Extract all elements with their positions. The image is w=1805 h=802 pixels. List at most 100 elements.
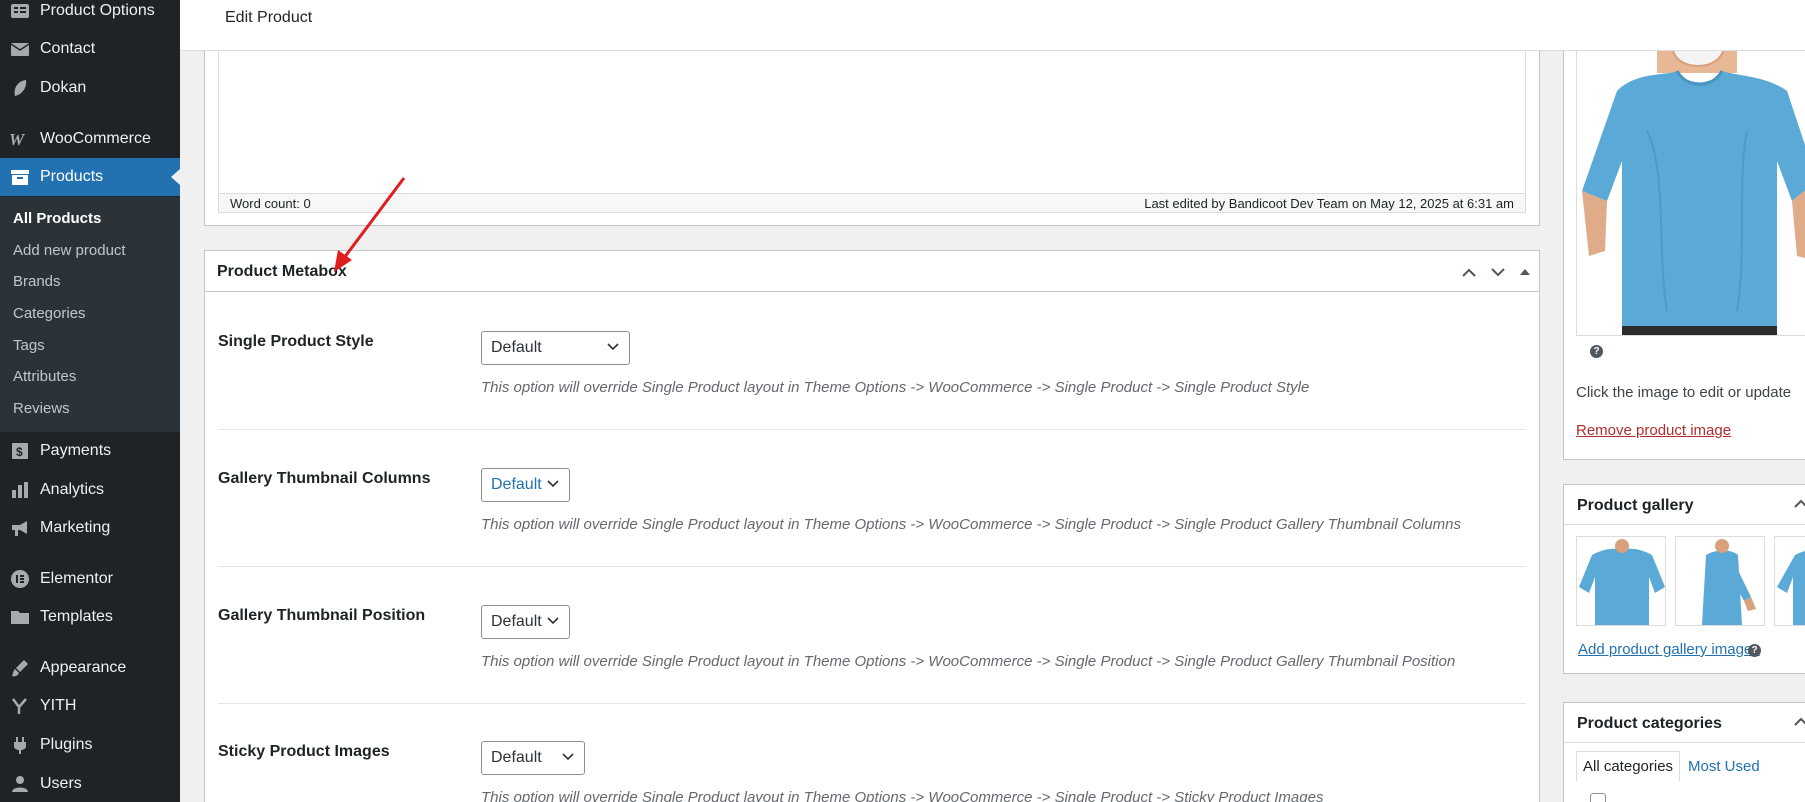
- submenu-brands[interactable]: Brands: [13, 273, 61, 290]
- option-label: Single Product Style: [218, 333, 374, 350]
- option-row-single-product-style: Single Product Style Default This option…: [218, 293, 1526, 430]
- product-image[interactable]: [1576, 51, 1805, 336]
- categories-header: Product categories: [1564, 703, 1805, 743]
- product-image-box: ? Click the image to edit or update Remo…: [1563, 51, 1805, 460]
- chevron-down-icon: [547, 617, 559, 625]
- menu-label: Appearance: [40, 659, 127, 676]
- product-gallery-box: Product gallery Add product gallery imag…: [1563, 484, 1805, 674]
- menu-dokan[interactable]: Dokan: [0, 69, 180, 107]
- option-label: Gallery Thumbnail Columns: [218, 470, 431, 487]
- option-row-gallery-thumbnail-position: Gallery Thumbnail Position Default This …: [218, 567, 1526, 704]
- chevron-down-icon: [547, 480, 559, 488]
- submenu-reviews[interactable]: Reviews: [13, 400, 70, 417]
- submenu-categories[interactable]: Categories: [13, 305, 86, 322]
- option-description: This option will override Single Product…: [481, 653, 1456, 670]
- payments-icon: $: [0, 441, 40, 461]
- menu-product-options[interactable]: Product Options: [0, 0, 180, 30]
- menu-label: YITH: [40, 697, 77, 714]
- page-title: Edit Product: [225, 9, 313, 26]
- help-icon[interactable]: ?: [1748, 644, 1761, 657]
- menu-woocommerce[interactable]: W WooCommerce: [0, 120, 180, 158]
- remove-product-image-link[interactable]: Remove product image: [1576, 422, 1731, 439]
- menu-users[interactable]: Users: [0, 765, 180, 802]
- submenu-all-products[interactable]: All Products: [13, 210, 101, 227]
- toggle-panel-button[interactable]: [1514, 261, 1536, 283]
- gallery-thumbnail[interactable]: [1675, 536, 1765, 626]
- product-options-icon: [0, 1, 40, 21]
- menu-analytics[interactable]: Analytics: [0, 471, 180, 509]
- move-down-button[interactable]: [1487, 261, 1509, 283]
- submenu-add-new-product[interactable]: Add new product: [13, 242, 126, 259]
- menu-contact[interactable]: Contact: [0, 30, 180, 68]
- menu-label: Product Options: [40, 2, 155, 19]
- option-label: Gallery Thumbnail Position: [218, 607, 426, 624]
- option-description: This option will override Single Product…: [481, 379, 1310, 396]
- category-checkbox[interactable]: [1590, 793, 1606, 802]
- gallery-thumbnail[interactable]: [1576, 536, 1666, 626]
- add-gallery-images-link[interactable]: Add product gallery images: [1578, 641, 1760, 658]
- menu-payments[interactable]: $ Payments: [0, 432, 180, 470]
- svg-text:$: $: [16, 445, 23, 459]
- tshirt-back-icon: [1579, 539, 1665, 625]
- gallery-header: Product gallery: [1564, 485, 1805, 525]
- menu-label: WooCommerce: [40, 130, 151, 147]
- menu-plugins[interactable]: Plugins: [0, 726, 180, 764]
- menu-templates[interactable]: Templates: [0, 598, 180, 636]
- gallery-thumbnail[interactable]: [1774, 536, 1805, 626]
- gallery-title: Product gallery: [1577, 497, 1694, 514]
- caret-up-icon: [1520, 269, 1530, 275]
- word-count: Word count: 0: [230, 196, 311, 211]
- menu-label: Templates: [40, 608, 113, 625]
- sticky-product-images-select[interactable]: Default: [481, 741, 585, 775]
- menu-label: Payments: [40, 442, 112, 459]
- chevron-up-icon[interactable]: [1794, 717, 1805, 726]
- option-description: This option will override Single Product…: [481, 516, 1462, 533]
- analytics-icon: [0, 480, 40, 500]
- tshirt-photo-icon: [1577, 51, 1805, 335]
- select-value: Default: [491, 339, 542, 356]
- tab-most-used[interactable]: Most Used: [1682, 751, 1766, 781]
- menu-appearance[interactable]: Appearance: [0, 649, 180, 687]
- option-row-sticky-product-images: Sticky Product Images Default This optio…: [218, 703, 1526, 802]
- users-icon: [0, 774, 40, 794]
- megaphone-icon: [0, 518, 40, 538]
- single-product-style-select[interactable]: Default: [481, 331, 630, 365]
- option-label: Sticky Product Images: [218, 743, 390, 760]
- chevron-up-icon[interactable]: [1794, 499, 1805, 508]
- tab-all-categories[interactable]: All categories: [1576, 751, 1681, 781]
- product-categories-box: Product categories All categories Most U…: [1563, 702, 1805, 802]
- menu-marketing[interactable]: Marketing: [0, 509, 180, 547]
- chevron-down-icon: [607, 343, 619, 351]
- select-value: Default: [491, 749, 542, 766]
- last-edited-info: Last edited by Bandicoot Dev Team on May…: [1144, 196, 1514, 211]
- menu-label: Contact: [40, 40, 96, 57]
- folder-icon: [0, 607, 40, 627]
- move-up-button[interactable]: [1458, 261, 1480, 283]
- submenu-tags[interactable]: Tags: [13, 337, 45, 354]
- tshirt-side-icon: [1702, 539, 1756, 625]
- page-header: Edit Product: [180, 0, 1805, 51]
- menu-elementor[interactable]: Elementor: [0, 560, 180, 598]
- menu-yith[interactable]: YITH: [0, 687, 180, 725]
- option-row-gallery-thumbnail-columns: Gallery Thumbnail Columns Default This o…: [218, 430, 1526, 567]
- products-submenu: All Products Add new product Brands Cate…: [0, 197, 180, 432]
- help-icon[interactable]: ?: [1590, 345, 1603, 358]
- select-value: Default: [491, 476, 542, 493]
- annotation-arrow-icon: [334, 177, 406, 272]
- chevron-up-icon: [1462, 268, 1476, 277]
- image-hint: Click the image to edit or update: [1576, 384, 1792, 401]
- gallery-thumbnail-columns-select[interactable]: Default: [481, 468, 570, 502]
- option-description: This option will override Single Product…: [481, 789, 1324, 802]
- menu-products[interactable]: Products: [0, 158, 180, 196]
- elementor-icon: [0, 569, 40, 589]
- gallery-thumbnail-position-select[interactable]: Default: [481, 605, 570, 639]
- yith-icon: [0, 696, 40, 716]
- menu-label: Marketing: [40, 519, 111, 536]
- submenu-attributes[interactable]: Attributes: [13, 368, 76, 385]
- chevron-down-icon: [1491, 267, 1505, 276]
- tshirt-front-icon: [1777, 551, 1805, 625]
- product-metabox: Product Metabox Single Product Style Def…: [204, 250, 1540, 802]
- chevron-down-icon: [562, 753, 574, 761]
- admin-sidebar: Product Options Contact Dokan W WooComme…: [0, 0, 180, 802]
- woocommerce-icon: W: [0, 131, 40, 147]
